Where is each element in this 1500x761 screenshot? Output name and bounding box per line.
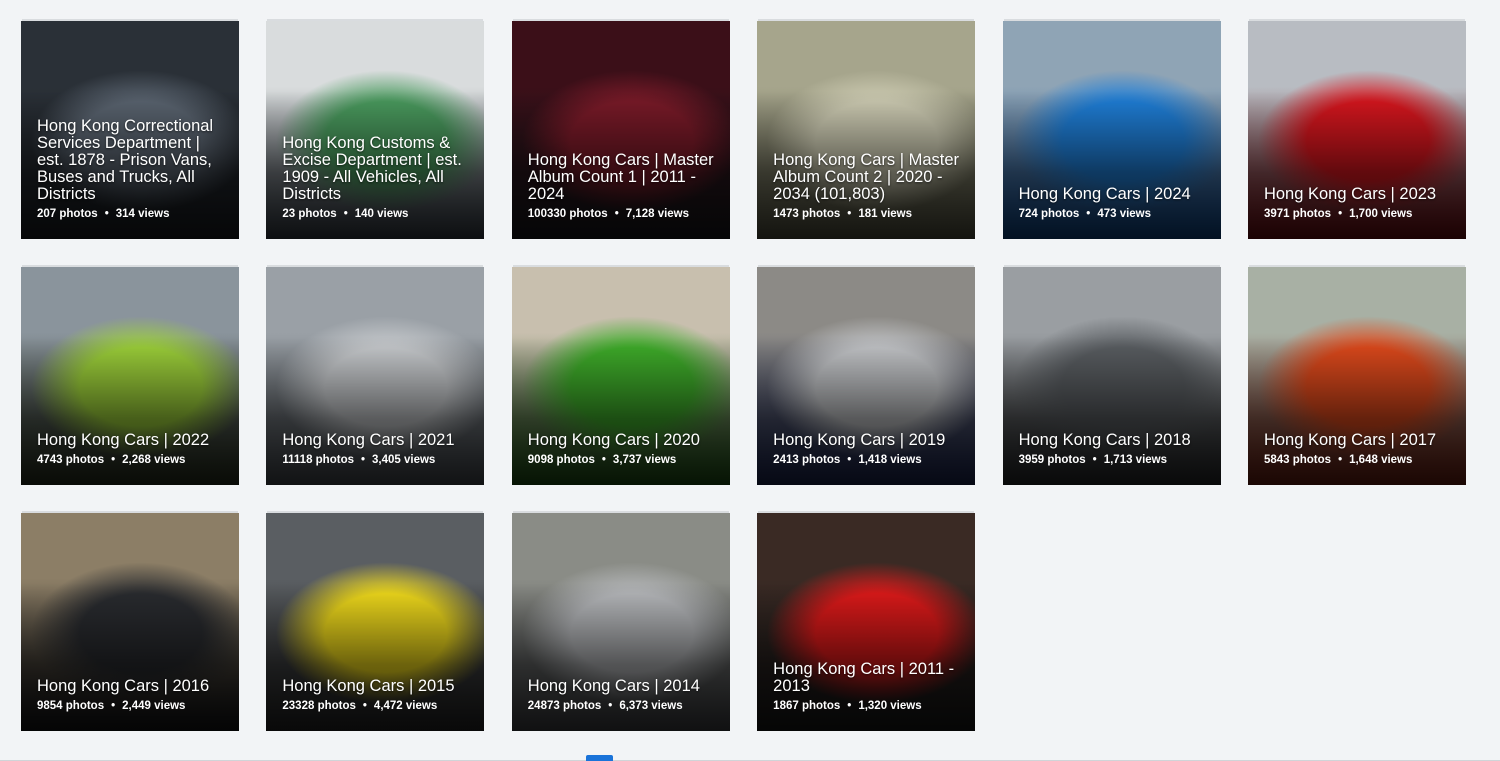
photo-count: 100330 photos: [527, 208, 608, 220]
album-title: Hong Kong Customs & Excise Department | …: [282, 134, 462, 203]
album-title: Hong Kong Cars | 2020: [527, 431, 700, 449]
album-card[interactable]: Hong Kong Cars | 2019 2413 photos • 1,418 v…: [757, 267, 976, 485]
photo-count: 2413 photos: [773, 454, 841, 466]
photo-count: 207 photos: [37, 208, 98, 220]
album-title: Hong Kong Cars | 2015: [282, 677, 455, 695]
album-title: Hong Kong Cars | 2016: [37, 677, 210, 695]
album-card[interactable]: Hong Kong Cars | 2014 24873 photos • 6,373 …: [511, 513, 730, 731]
view-count: 1,648 views: [1349, 454, 1413, 466]
album-title: Hong Kong Correctional Services Departme…: [37, 117, 214, 203]
album-title: Hong Kong Cars | 2011 - 2013: [773, 660, 955, 695]
album-title: Hong Kong Cars | 2018: [1018, 431, 1191, 449]
view-count: 1,713 views: [1103, 454, 1168, 466]
photo-count: 724 photos: [1018, 208, 1080, 220]
view-count: 140 views: [354, 208, 409, 220]
photo-count: 24873 photos: [527, 700, 602, 712]
album-title: Hong Kong Cars | 2022: [37, 431, 210, 449]
album-card[interactable]: Hong Kong Customs & Excise Department | …: [266, 21, 485, 239]
photo-count: 3971 photos: [1263, 208, 1332, 220]
view-count: 7,128 views: [625, 208, 690, 220]
album-title: Hong Kong Cars | Master Album Count 1 | …: [527, 151, 714, 203]
photo-count: 11118 photos: [282, 454, 354, 466]
album-title: Hong Kong Cars | Master Album Count 2 | …: [773, 151, 960, 203]
photo-count: 23 photos: [282, 208, 337, 220]
view-count: 314 views: [115, 208, 170, 220]
album-title: Hong Kong Cars | 2014: [527, 677, 700, 695]
view-count: 181 views: [858, 208, 913, 220]
photo-count: 23328 photos: [282, 700, 356, 712]
album-title: Hong Kong Cars | 2023: [1263, 185, 1437, 203]
photo-count: 1473 photos: [773, 208, 841, 220]
view-count: 2,449 views: [122, 700, 186, 712]
album-title: Hong Kong Cars | 2021: [282, 431, 455, 449]
view-count: 2,268 views: [122, 454, 186, 466]
album-card[interactable]: Hong Kong Cars | 2021 11118 photos • 3,405 …: [266, 267, 485, 485]
photo-count: 9098 photos: [527, 454, 595, 466]
album-card[interactable]: Hong Kong Cars | Master Album Count 2 | …: [757, 21, 976, 239]
photo-count: 5843 photos: [1263, 454, 1332, 466]
view-count: 473 views: [1097, 208, 1152, 220]
album-card[interactable]: Hong Kong Cars | 2016 9854 photos • 2,449 v…: [21, 513, 239, 731]
view-count: 1,418 views: [858, 454, 922, 466]
album-card[interactable]: Hong Kong Cars | 2023 3971 photos • 1,700 v…: [1247, 21, 1466, 239]
album-card[interactable]: Hong Kong Correctional Services Departme…: [21, 21, 239, 239]
photo-count: 4743 photos: [37, 454, 105, 466]
album-card[interactable]: Hong Kong Cars | 2011 - 2013 1867 photos •…: [757, 513, 976, 731]
album-card[interactable]: Hong Kong Cars | 2015 23328 photos • 4,472 …: [266, 513, 485, 731]
view-count: 1,320 views: [858, 700, 922, 712]
album-title: Hong Kong Cars | 2017: [1263, 431, 1437, 449]
photo-count: 9854 photos: [37, 700, 105, 712]
photo-count: 1867 photos: [773, 700, 841, 712]
album-card[interactable]: Hong Kong Cars | Master Album Count 1 | …: [511, 21, 730, 239]
album-title: Hong Kong Cars | 2019: [773, 431, 946, 449]
photo-count: 3959 photos: [1018, 454, 1086, 466]
pagination-indicator[interactable]: [586, 755, 613, 761]
album-card[interactable]: Hong Kong Cars | 2018 3959 photos • 1,713 v…: [1002, 267, 1221, 485]
view-count: 3,737 views: [612, 454, 677, 466]
album-card[interactable]: Hong Kong Cars | 2020 9098 photos • 3,737 v…: [511, 267, 730, 485]
album-card[interactable]: Hong Kong Cars | 2017 5843 photos • 1,648 v…: [1247, 267, 1466, 485]
album-title: Hong Kong Cars | 2024: [1018, 185, 1191, 203]
album-card[interactable]: Hong Kong Cars | 2022 4743 photos • 2,268 v…: [21, 267, 239, 485]
view-count: 6,373 views: [619, 700, 683, 712]
album-card[interactable]: Hong Kong Cars | 2024 724 photos • 473 view…: [1002, 21, 1221, 239]
album-grid: Hong Kong Correctional Services Departme…: [21, 21, 1466, 731]
view-count: 1,700 views: [1349, 208, 1413, 220]
view-count: 4,472 views: [373, 700, 438, 712]
view-count: 3,405 views: [372, 454, 436, 466]
